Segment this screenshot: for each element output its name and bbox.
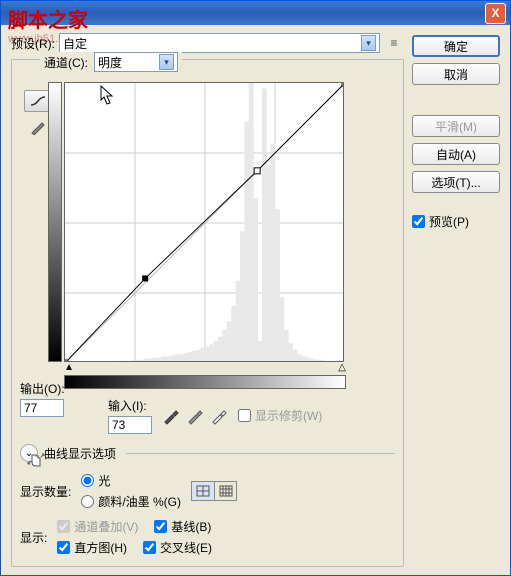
show-clipping-checkbox[interactable]: 显示修剪(W) (238, 407, 322, 424)
auto-button[interactable]: 自动(A) (412, 143, 500, 165)
preset-label: 预设(R): (11, 35, 55, 52)
preset-menu-icon[interactable]: ≡ (384, 34, 404, 52)
gray-eyedropper-icon[interactable] (186, 407, 204, 425)
light-radio[interactable]: 光 (81, 472, 181, 489)
output-input[interactable] (20, 399, 64, 417)
options-button[interactable]: 选项(T)... (412, 171, 500, 193)
input-label: 输入(I): (108, 397, 152, 414)
preview-checkbox[interactable]: 预览(P) (412, 213, 500, 230)
output-label: 输出(O): (20, 380, 65, 397)
preset-select[interactable]: 自定 ▾ (59, 33, 380, 53)
channel-label: 通道(C): (44, 54, 88, 71)
output-gradient (48, 82, 62, 362)
grid-fine-icon[interactable] (214, 482, 236, 500)
close-button[interactable]: X (485, 3, 506, 24)
titlebar: 脚本之家 www.jb51.net X (1, 1, 510, 25)
histogram-checkbox[interactable]: 直方图(H) (57, 539, 127, 556)
input-input[interactable] (108, 416, 152, 434)
curves-dialog: 脚本之家 www.jb51.net X 预设(R): 自定 ▾ ≡ 通道(C): (0, 0, 511, 576)
show-label: 显示: (20, 529, 47, 546)
grid-coarse-icon[interactable] (192, 482, 214, 500)
pigment-radio[interactable]: 颜料/油墨 %(G) (81, 493, 181, 510)
curve-display-options-label: 曲线显示选项 (44, 445, 116, 462)
intersection-checkbox[interactable]: 交叉线(E) (143, 539, 212, 556)
input-gradient (64, 375, 346, 389)
channel-value: 明度 (98, 54, 122, 71)
cancel-button[interactable]: 取消 (412, 63, 500, 85)
black-point-slider[interactable]: ▲ (64, 362, 74, 373)
channel-overlay-checkbox[interactable]: 通道叠加(V) (57, 518, 138, 535)
black-eyedropper-icon[interactable] (162, 407, 180, 425)
curve-graph[interactable] (64, 82, 344, 362)
preset-value: 自定 (63, 35, 87, 52)
channel-select[interactable]: 明度 ▾ (94, 52, 178, 72)
white-point-slider[interactable]: △ (338, 362, 346, 373)
smooth-button[interactable]: 平滑(M) (412, 115, 500, 137)
grid-size-toggle[interactable] (191, 481, 237, 501)
white-eyedropper-icon[interactable] (210, 407, 228, 425)
ok-button[interactable]: 确定 (412, 35, 500, 57)
baseline-checkbox[interactable]: 基线(B) (154, 518, 211, 535)
chevron-down-icon: ▾ (361, 35, 376, 51)
curves-group: 通道(C): 明度 ▾ (11, 59, 404, 567)
targeted-adjust-tool[interactable] (24, 448, 48, 470)
chevron-down-icon: ▾ (159, 54, 174, 70)
show-amount-label: 显示数量: (20, 483, 71, 500)
